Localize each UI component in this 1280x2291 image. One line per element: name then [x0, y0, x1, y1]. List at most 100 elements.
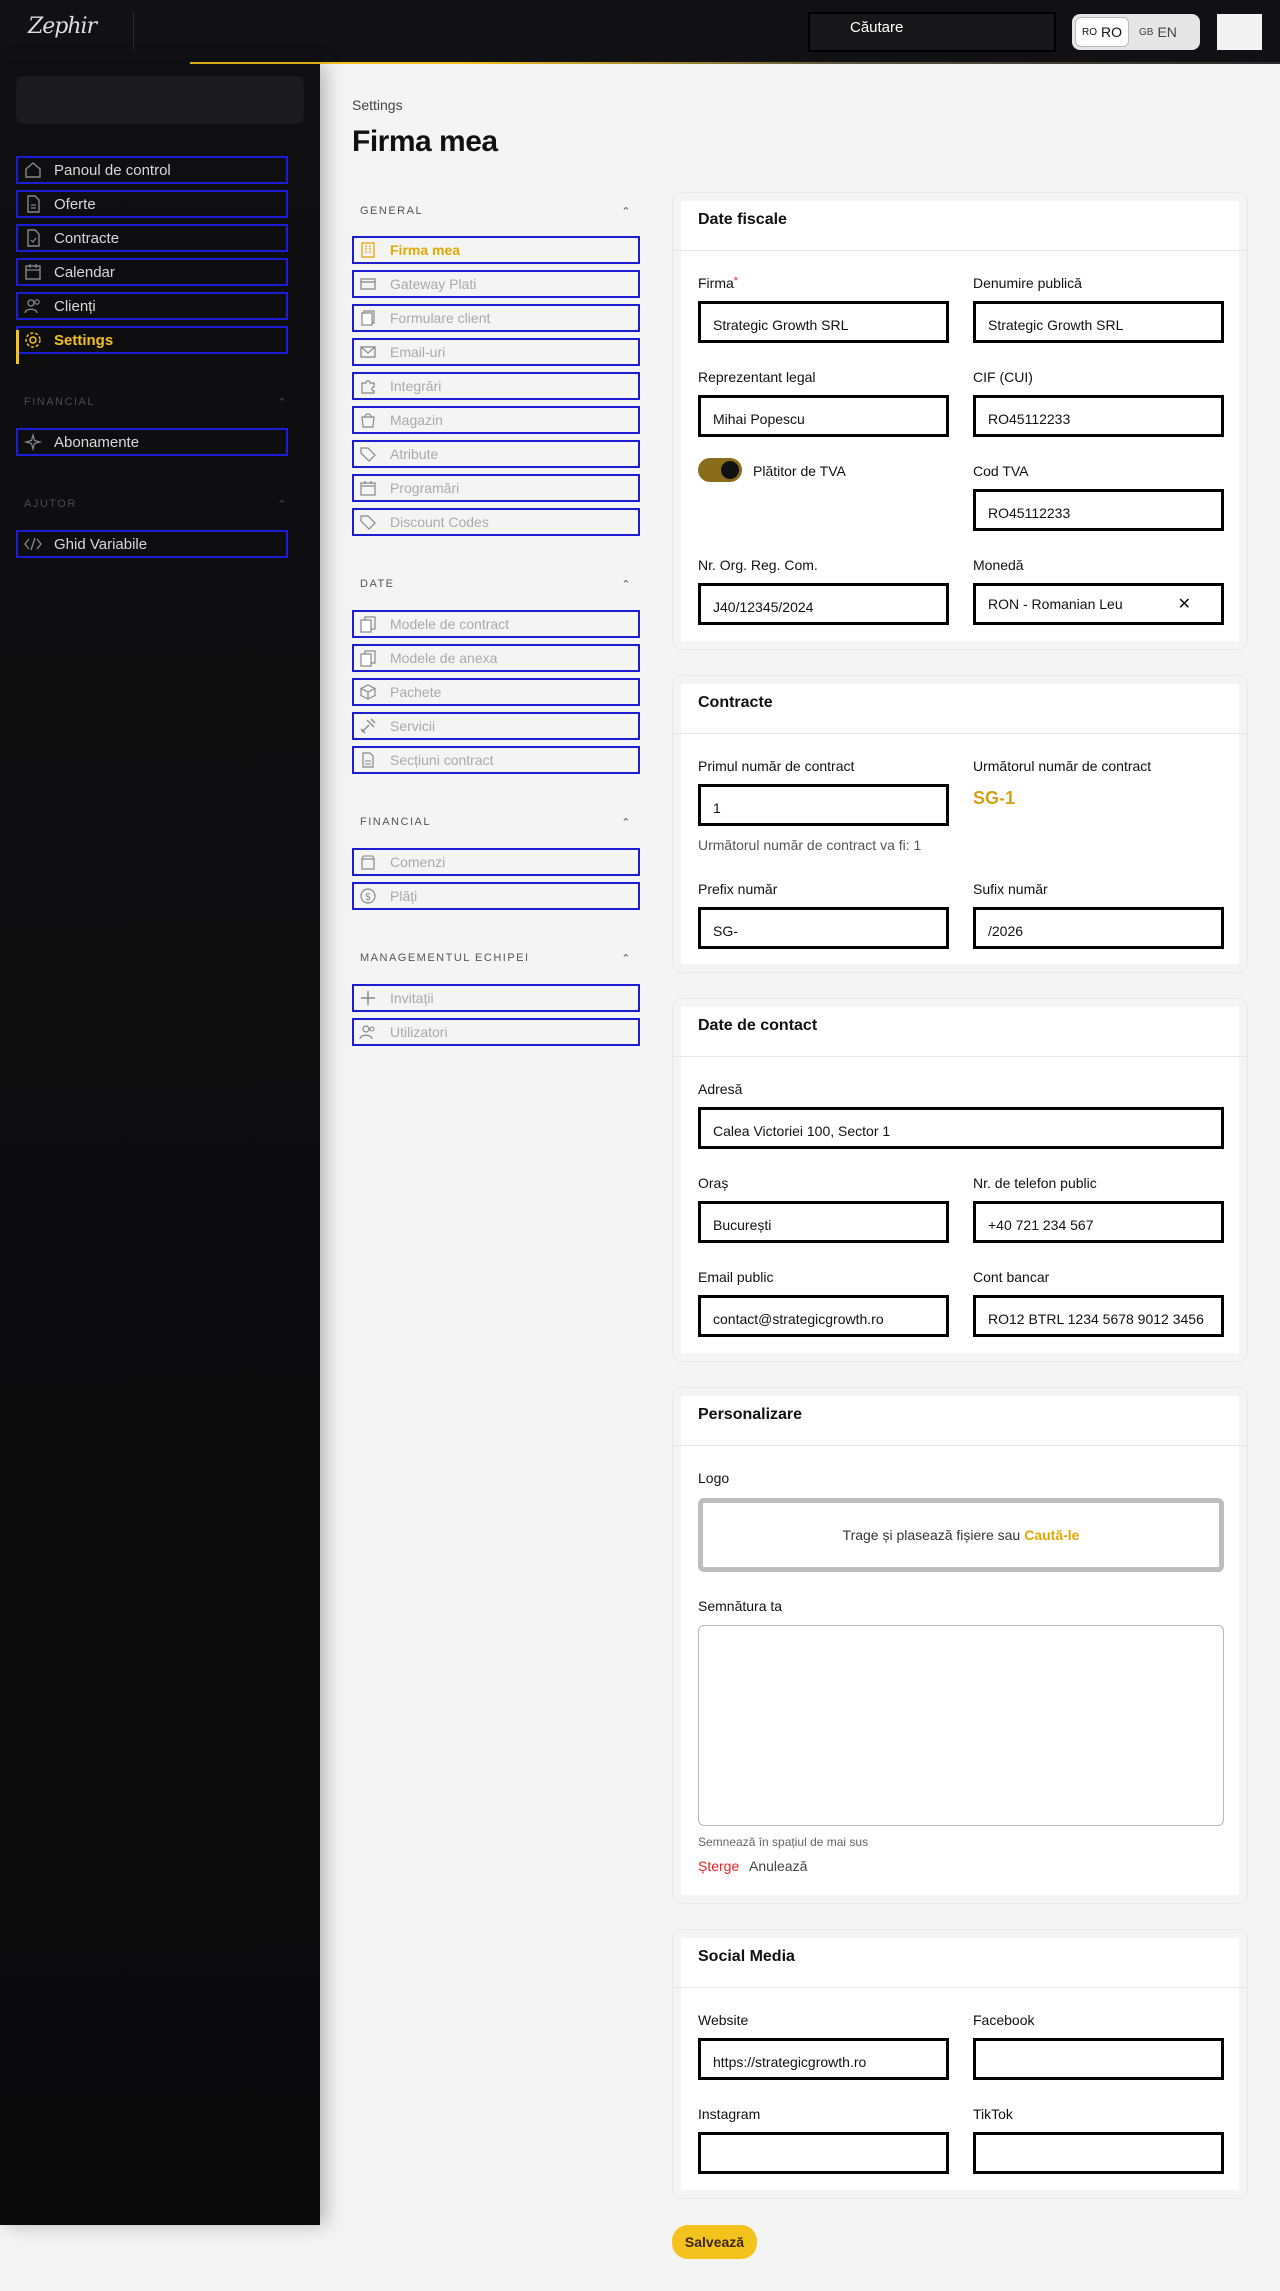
copy-icon [358, 648, 378, 668]
subnav-section-date[interactable]: DATE ⌃ [360, 578, 632, 591]
lang-option-ro[interactable]: RO RO [1075, 17, 1129, 47]
subnav-item-pachete[interactable]: Pachete [352, 678, 640, 706]
section-title: GENERAL [360, 205, 424, 217]
subnav-section-general[interactable]: GENERAL ⌃ [360, 205, 632, 218]
chevron-up-icon: ⌃ [621, 953, 632, 965]
first-number-input[interactable] [698, 784, 949, 826]
vat-code-input[interactable] [973, 489, 1224, 531]
browse-link[interactable]: Caută-le [1024, 1527, 1079, 1543]
sidebar-item-oferte[interactable]: Oferte [16, 190, 288, 218]
chevron-up-icon: ⌃ [277, 397, 288, 409]
currency-select[interactable]: RON - Romanian Leu ✕ [973, 583, 1224, 625]
logo-dropzone[interactable]: Trage și plasează fișiere sau Caută-le [698, 1498, 1224, 1572]
instagram-label: Instagram [698, 2106, 761, 2122]
subnav-item-comenzi[interactable]: Comenzi [352, 848, 640, 876]
subnav-item-servicii[interactable]: Servicii [352, 712, 640, 740]
subnav-item-label: Formulare client [390, 310, 491, 326]
sidebar-item-dashboard[interactable]: Panoul de control [16, 156, 288, 184]
divider [133, 12, 134, 50]
website-input[interactable] [698, 2038, 949, 2080]
subnav-item-programari[interactable]: Programări [352, 474, 640, 502]
users-icon [358, 1022, 378, 1042]
phone-input[interactable] [973, 1201, 1224, 1243]
prefix-label: Prefix număr [698, 881, 778, 897]
cif-label: CIF (CUI) [973, 369, 1033, 385]
suffix-label: Sufix număr [973, 881, 1048, 897]
firma-label: Firma* [698, 275, 739, 291]
clear-signature-button[interactable]: Șterge [698, 1858, 739, 1874]
subnav-item-utilizatori[interactable]: Utilizatori [352, 1018, 640, 1046]
suffix-input[interactable] [973, 907, 1224, 949]
sidebar-section-help[interactable]: AJUTOR ⌃ [24, 498, 288, 511]
credit-card-icon [358, 274, 378, 294]
building-icon [358, 240, 378, 260]
subnav-item-integrari[interactable]: Integrări [352, 372, 640, 400]
lang-label: EN [1157, 24, 1177, 40]
sidebar-item-label: Contracte [54, 229, 120, 247]
sidebar-item-abonamente[interactable]: Abonamente [16, 428, 288, 456]
tiktok-input[interactable] [973, 2132, 1224, 2174]
subnav-item-email-uri[interactable]: Email-uri [352, 338, 640, 366]
progress-accent-line [190, 62, 1280, 64]
subnav-item-magazin[interactable]: Magazin [352, 406, 640, 434]
section-title: FINANCIAL [24, 396, 95, 408]
user-menu-button[interactable] [1217, 14, 1262, 50]
email-input[interactable] [698, 1295, 949, 1337]
bank-label: Cont bancar [973, 1269, 1050, 1285]
city-input[interactable] [698, 1201, 949, 1243]
reg-input[interactable] [698, 583, 949, 625]
instagram-input[interactable] [698, 2132, 949, 2174]
firma-input[interactable] [698, 301, 949, 343]
section-title: MANAGEMENTUL ECHIPEI [360, 952, 530, 964]
signature-pad[interactable] [698, 1625, 1224, 1826]
subnav-item-atribute[interactable]: Atribute [352, 440, 640, 468]
breadcrumb[interactable]: Settings [352, 97, 403, 113]
subnav-item-firma-mea[interactable]: Firma mea [352, 236, 640, 264]
subnav-section-team[interactable]: MANAGEMENTUL ECHIPEI ⌃ [360, 952, 632, 965]
search-input[interactable]: Căutare [808, 12, 1056, 52]
subnav-item-sectiuni-contract[interactable]: Secțiuni contract [352, 746, 640, 774]
sidebar-item-ghid-variabile[interactable]: Ghid Variabile [16, 530, 288, 558]
divider [673, 733, 1247, 734]
reg-label: Nr. Org. Reg. Com. [698, 557, 818, 573]
section-title: FINANCIAL [360, 816, 431, 828]
subnav-item-discount-codes[interactable]: Discount Codes [352, 508, 640, 536]
sidebar-search[interactable] [16, 76, 304, 124]
subnav-section-financial[interactable]: FINANCIAL ⌃ [360, 816, 632, 829]
sidebar-item-calendar[interactable]: Calendar [16, 258, 288, 286]
sidebar-item-settings[interactable]: Settings [16, 326, 288, 364]
app-logo[interactable]: Zephir [28, 14, 97, 39]
subnav-item-label: Comenzi [390, 854, 446, 870]
lang-option-en[interactable]: GB EN [1133, 17, 1183, 47]
sidebar-item-label: Clienți [54, 297, 96, 315]
rep-input[interactable] [698, 395, 949, 437]
chevron-up-icon: ⌃ [621, 817, 632, 829]
subnav-item-gateway-plati[interactable]: Gateway Plati [352, 270, 640, 298]
toggle-knob [721, 461, 739, 479]
language-switcher: RO RO GB EN [1072, 14, 1200, 50]
sidebar-item-contracte[interactable]: Contracte [16, 224, 288, 252]
address-input[interactable] [698, 1107, 1224, 1149]
public-name-input[interactable] [973, 301, 1224, 343]
package-icon [358, 682, 378, 702]
subnav-item-invitatii[interactable]: Invitații [352, 984, 640, 1012]
prefix-input[interactable] [698, 907, 949, 949]
copy-icon [358, 614, 378, 634]
facebook-label: Facebook [973, 2012, 1035, 2028]
subnav-item-modele-contract[interactable]: Modele de contract [352, 610, 640, 638]
bank-input[interactable] [973, 1295, 1224, 1337]
next-number-value: SG-1 [973, 788, 1016, 808]
city-label: Oraș [698, 1175, 729, 1191]
sidebar-item-clienti[interactable]: Clienți [16, 292, 288, 320]
save-button[interactable]: Salvează [672, 2225, 757, 2259]
subnav-item-modele-anexa[interactable]: Modele de anexa [352, 644, 640, 672]
cancel-signature-button[interactable]: Anulează [749, 1858, 807, 1874]
vat-payer-toggle[interactable] [698, 458, 742, 482]
facebook-input[interactable] [973, 2038, 1224, 2080]
subnav-item-label: Servicii [390, 718, 436, 734]
cif-input[interactable] [973, 395, 1224, 437]
sidebar-section-financial[interactable]: FINANCIAL ⌃ [24, 396, 288, 409]
subnav-item-plati[interactable]: $ Plăți [352, 882, 640, 910]
subnav-item-formulare-client[interactable]: Formulare client [352, 304, 640, 332]
close-icon[interactable]: ✕ [1178, 594, 1191, 614]
